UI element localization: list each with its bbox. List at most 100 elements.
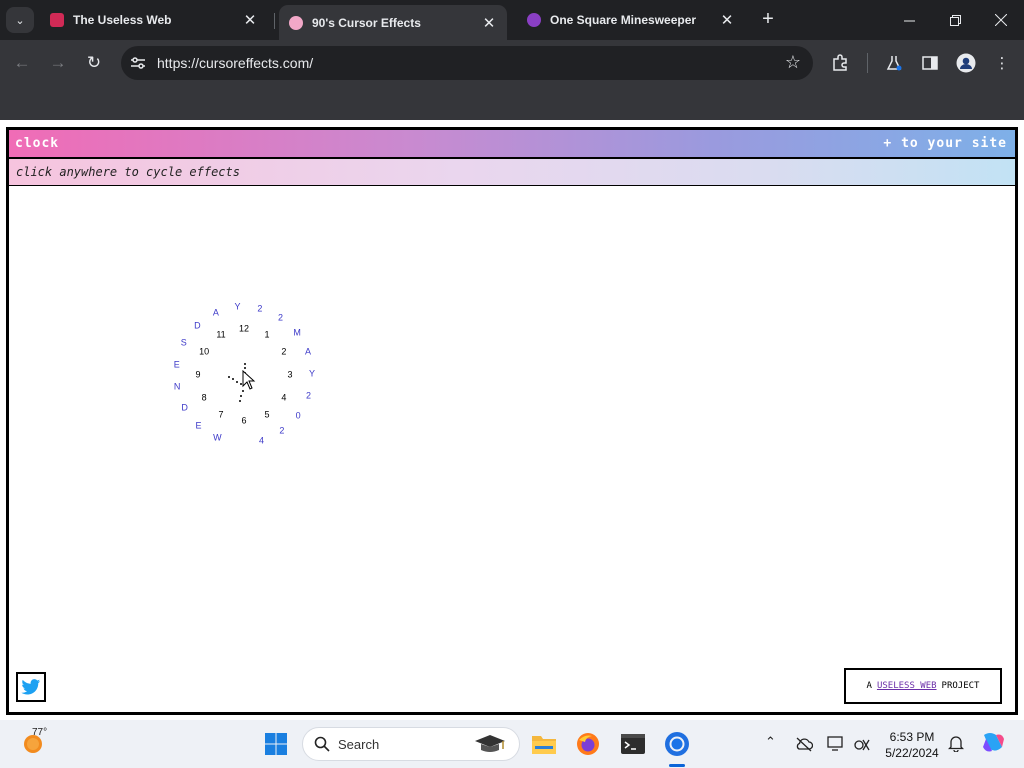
firefox-button[interactable] [574,730,602,758]
time-text: 6:53 PM [889,730,935,744]
favicon-icon [50,13,64,27]
chevron-up-icon[interactable]: ⌃ [765,734,776,750]
clock-date-char: N [173,381,181,392]
close-icon[interactable]: ✕ [481,14,497,32]
tab-minesweeper[interactable]: One Square Minesweeper ✕ [517,4,745,36]
clock-hand-dot [228,376,231,378]
chrome-icon [665,732,689,756]
reload-button[interactable]: ↻ [81,50,107,76]
clock-number: 5 [264,409,270,420]
clock-date-char: 0 [295,410,301,421]
chevron-down-icon: ⌄ [15,14,25,27]
search-label: Search [338,737,380,752]
clock-number: 11 [216,329,226,340]
useless-web-link[interactable]: USELESS WEB [877,681,937,691]
arrow-left-icon: ← [13,53,31,72]
favicon-icon [527,13,541,27]
reload-icon: ↻ [86,53,102,72]
date-text: 5/22/2024 [885,746,939,760]
file-explorer-button[interactable] [530,730,558,758]
back-button[interactable]: ← [9,50,35,76]
chrome-button[interactable] [663,730,691,758]
tab-cursor-effects[interactable]: 90's Cursor Effects ✕ [279,5,507,40]
terminal-button[interactable] [619,730,647,758]
clock-date-char: 4 [258,435,264,446]
clock-number: 3 [287,369,293,380]
clock-date-char: A [212,307,219,318]
profile-button[interactable] [955,52,977,74]
page-header: clock + to your site [9,130,1015,159]
clock-date-char: D [194,320,201,331]
clock-hand-dot [236,380,239,383]
extensions-button[interactable] [829,52,851,74]
clock-number: 2 [281,346,287,357]
clock-number: 8 [201,392,207,403]
flask-icon [886,56,902,71]
clock-date-char: E [195,420,202,431]
windows-logo-icon [265,733,287,755]
bookmark-star-icon[interactable]: ☆ [785,52,801,73]
active-app-indicator [669,764,685,767]
terminal-icon [621,734,645,754]
network-icon[interactable] [853,736,871,752]
close-icon [995,14,1007,26]
tab-divider [274,13,275,29]
taskbar-clock[interactable]: 6:53 PM 5/22/2024 [882,729,942,761]
effect-name: clock [15,136,60,151]
plus-icon: + [762,7,774,30]
clock-hand-dot [242,390,245,392]
clock-date-char: D [181,402,188,413]
close-icon[interactable]: ✕ [242,11,258,29]
new-tab-button[interactable]: + [757,8,779,30]
cloud-offline-icon[interactable] [795,736,813,752]
browser-toolbar: ← → ↻ https://cursoreffects.com/ ☆ ⋮ [0,40,1024,86]
twitter-button[interactable] [16,672,46,702]
clock-date-char: 2 [257,303,263,314]
twitter-bird-icon [21,678,41,694]
toolbar-divider [867,53,868,73]
clock-number: 1 [264,329,270,340]
mouse-cursor-icon [242,370,256,390]
close-icon[interactable]: ✕ [719,11,735,29]
footer-suffix: PROJECT [941,681,980,691]
taskbar-search[interactable]: Search [302,727,520,761]
forward-button[interactable]: → [45,50,71,76]
tab-title: 90's Cursor Effects [312,15,421,30]
tab-search-button[interactable]: ⌄ [6,7,34,33]
page-frame[interactable]: clock + to your site click anywhere to c… [6,127,1018,715]
tab-title: The Useless Web [73,13,172,27]
address-bar[interactable]: https://cursoreffects.com/ ☆ [121,46,813,80]
minimize-button[interactable] [886,0,932,40]
clock-hand-dot [244,363,246,365]
labs-button[interactable] [883,52,905,74]
restore-button[interactable] [932,0,978,40]
add-to-site-link[interactable]: + to your site [883,136,1007,151]
search-icon [314,736,330,752]
weather-widget[interactable]: 77° [22,727,47,759]
clock-number: 4 [281,392,287,403]
clock-date-char: Y [234,301,241,312]
clock-hand-dot [238,400,241,403]
kebab-menu-icon: ⋮ [994,55,1010,72]
clock-number: 10 [199,346,210,357]
clock-date-char: W [213,432,222,443]
tab-useless-web[interactable]: The Useless Web ✕ [40,4,268,36]
folder-icon [532,736,556,754]
clock-date-char: 2 [277,312,284,323]
close-window-button[interactable] [978,0,1024,40]
menu-button[interactable]: ⋮ [991,52,1013,74]
bell-icon[interactable] [948,734,964,752]
footer-prefix: A [866,681,872,691]
puzzle-icon [833,54,847,71]
copilot-icon[interactable] [980,731,1006,755]
start-button[interactable] [262,730,290,758]
display-icon[interactable] [827,735,845,752]
page-viewport[interactable]: clock + to your site click anywhere to c… [0,120,1024,720]
clock-date-char: 2 [306,390,312,401]
side-panel-button[interactable] [919,52,941,74]
site-info-icon[interactable] [129,54,147,72]
clock-date-char: A [305,346,312,357]
bookmark-bar [0,86,1024,120]
favicon-icon [289,15,303,30]
instructions-bar: click anywhere to cycle effects [9,159,1015,186]
